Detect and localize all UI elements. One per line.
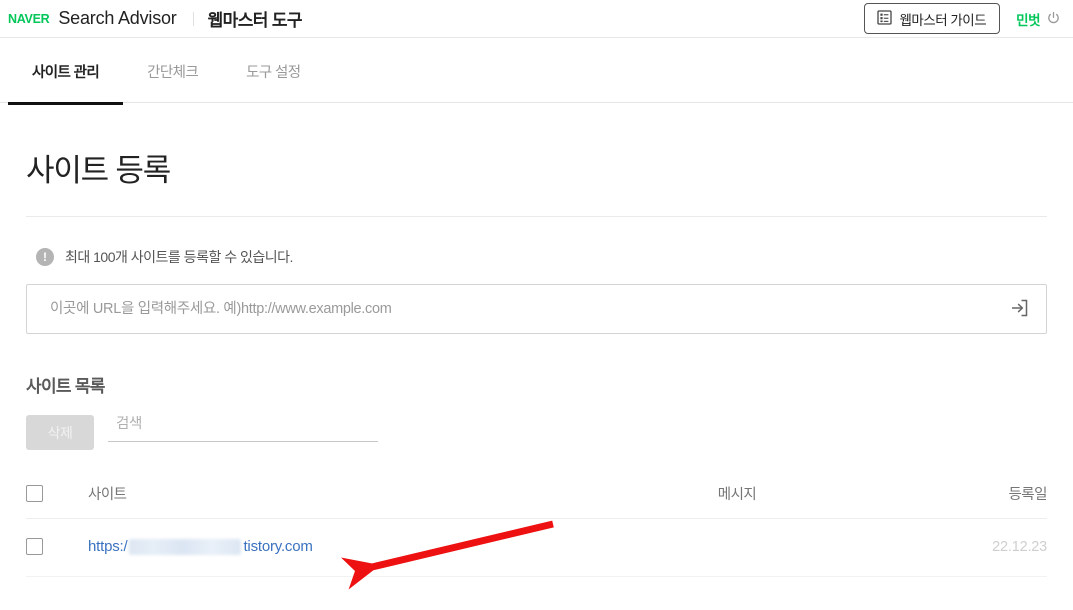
global-header: NAVER Search Advisor 웹마스터 도구 웹마스터 가이드 민벗 bbox=[0, 0, 1073, 37]
user-area: 민벗 bbox=[1016, 9, 1061, 29]
naver-logo: NAVER bbox=[8, 12, 50, 27]
table-header: 사이트 메시지 등록일 bbox=[26, 470, 1048, 518]
table-row: https:/ tistory.com 22.12.23 bbox=[26, 518, 1047, 576]
list-toolbar: 삭제 bbox=[26, 415, 1047, 470]
url-input[interactable] bbox=[27, 285, 1046, 333]
header-subtitle: 웹마스터 도구 bbox=[207, 11, 303, 30]
book-list-icon bbox=[877, 9, 893, 28]
webmaster-guide-button[interactable]: 웹마스터 가이드 bbox=[864, 3, 1001, 34]
enter-arrow-icon bbox=[1009, 298, 1029, 321]
row-checkbox[interactable] bbox=[26, 538, 43, 556]
table-body: https:/ tistory.com 22.12.23 bbox=[26, 518, 1047, 576]
tab-tool-settings[interactable]: 도구 설정 bbox=[222, 38, 324, 104]
column-header-message: 메시지 bbox=[717, 487, 757, 504]
site-url-suffix: tistory.com bbox=[243, 538, 313, 555]
site-url-prefix: https:/ bbox=[88, 538, 128, 555]
row-site-cell: https:/ tistory.com bbox=[88, 518, 587, 576]
tab-simple-check[interactable]: 간단체크 bbox=[123, 38, 222, 104]
row-select-cell bbox=[26, 518, 88, 576]
search-input[interactable] bbox=[108, 416, 378, 435]
site-list-title: 사이트 목록 bbox=[26, 377, 105, 396]
page-title: 사이트 등록 bbox=[26, 153, 171, 188]
row-message-cell bbox=[587, 518, 887, 576]
site-url-link[interactable]: https:/ tistory.com bbox=[88, 538, 313, 555]
table-header-row: 사이트 메시지 등록일 bbox=[26, 470, 1048, 518]
capacity-notice: ! 최대 100개 사이트를 등록할 수 있습니다. bbox=[26, 217, 1047, 284]
column-header-date: 등록일 bbox=[1008, 487, 1047, 504]
service-name: Search Advisor bbox=[58, 8, 177, 28]
capacity-notice-text: 최대 100개 사이트를 등록할 수 있습니다. bbox=[65, 249, 293, 265]
redacted-url-block bbox=[129, 538, 242, 555]
header-actions: 웹마스터 가이드 민벗 bbox=[864, 0, 1061, 37]
row-date-cell: 22.12.23 bbox=[992, 539, 1047, 555]
select-all-cell bbox=[26, 470, 88, 518]
page-content: 사이트 등록 ! 최대 100개 사이트를 등록할 수 있습니다. 사이트 목록… bbox=[0, 103, 1073, 577]
url-register-form bbox=[26, 284, 1047, 334]
column-header-site: 사이트 bbox=[88, 487, 127, 504]
select-all-checkbox[interactable] bbox=[26, 485, 43, 503]
main-tab-bar: 사이트 관리 간단체크 도구 설정 bbox=[0, 37, 1073, 105]
exclamation-circle-icon: ! bbox=[36, 248, 54, 266]
header-divider bbox=[192, 11, 194, 26]
site-list-table: 사이트 메시지 등록일 https:/ tistory.com 22.12.23 bbox=[26, 470, 1048, 577]
power-icon[interactable] bbox=[1046, 11, 1061, 26]
delete-button[interactable]: 삭제 bbox=[26, 415, 94, 450]
tab-site-management[interactable]: 사이트 관리 bbox=[8, 38, 124, 105]
url-submit-button[interactable] bbox=[1002, 292, 1036, 326]
search-field-wrap bbox=[108, 415, 378, 442]
webmaster-guide-label: 웹마스터 가이드 bbox=[899, 12, 987, 28]
user-name[interactable]: 민벗 bbox=[1016, 9, 1040, 29]
